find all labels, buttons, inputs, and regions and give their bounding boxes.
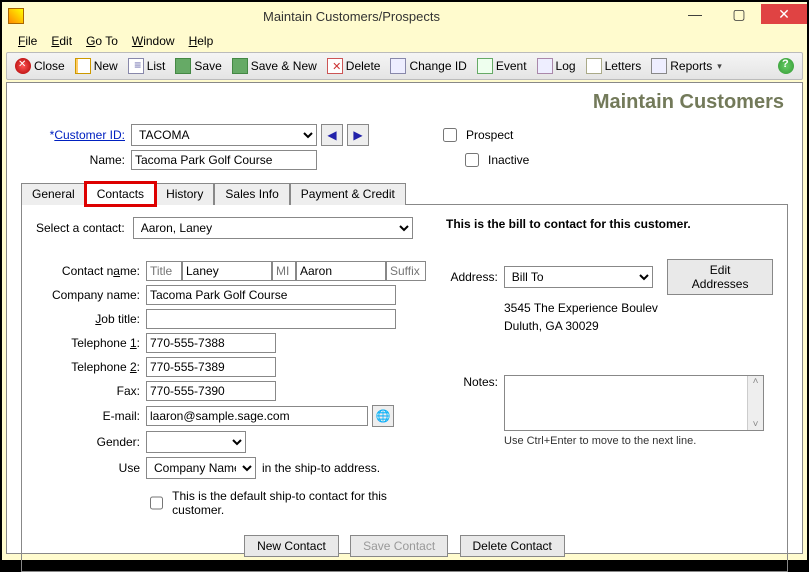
menu-goto[interactable]: Go To: [80, 32, 124, 50]
use-suffix: in the ship-to address.: [262, 461, 380, 475]
globe-icon: 🌐: [376, 409, 391, 423]
toolbar-new[interactable]: New: [71, 56, 122, 76]
save-icon: [175, 58, 191, 74]
select-contact[interactable]: Aaron, Laney: [133, 217, 413, 239]
toolbar-list[interactable]: List: [124, 56, 170, 76]
toolbar-log[interactable]: Log: [533, 56, 580, 76]
job-label: Job title:: [36, 312, 146, 326]
delete-contact-button[interactable]: Delete Contact: [460, 535, 565, 557]
toolbar-event[interactable]: Event: [473, 56, 531, 76]
save-contact-button[interactable]: Save Contact: [350, 535, 448, 557]
edit-addresses-button[interactable]: Edit Addresses: [667, 259, 773, 295]
list-icon: [128, 58, 144, 74]
mi-input[interactable]: [272, 261, 296, 281]
address-label: Address:: [446, 270, 504, 284]
toolbar-savenew[interactable]: Save & New: [228, 56, 321, 76]
close-window-button[interactable]: ✕: [761, 4, 807, 24]
use-label: Use: [36, 461, 146, 475]
firstname-input[interactable]: [296, 261, 386, 281]
suffix-input[interactable]: [386, 261, 426, 281]
toolbar-reports[interactable]: Reports▾: [647, 56, 726, 76]
gender-label: Gender:: [36, 435, 146, 449]
reports-icon: [651, 58, 667, 74]
inactive-checkbox[interactable]: Inactive: [461, 150, 529, 170]
customer-name-input[interactable]: [131, 150, 317, 170]
tab-history[interactable]: History: [155, 183, 214, 205]
job-input[interactable]: [146, 309, 396, 329]
minimize-button[interactable]: —: [673, 4, 717, 24]
fax-label: Fax:: [36, 384, 146, 398]
address-line2: Duluth, GA 30029: [504, 317, 773, 335]
toolbar-help[interactable]: [774, 56, 798, 76]
tel2-label: Telephone 2:: [36, 360, 146, 374]
notes-label: Notes:: [446, 375, 504, 389]
address-type-select[interactable]: Bill To: [504, 266, 653, 288]
menu-bar: File Edit Go To Window Help: [6, 30, 803, 52]
company-label: Company name:: [36, 288, 146, 302]
tel2-input[interactable]: [146, 357, 276, 377]
log-icon: [537, 58, 553, 74]
maximize-button[interactable]: ▢: [717, 4, 761, 24]
customer-id-label[interactable]: Customer ID:: [54, 128, 125, 142]
new-icon: [75, 58, 91, 74]
close-icon: [15, 58, 31, 74]
prospect-checkbox[interactable]: Prospect: [439, 125, 513, 145]
help-icon: [778, 58, 794, 74]
app-icon: [8, 8, 24, 24]
default-ship-checkbox[interactable]: This is the default ship-to contact for …: [146, 489, 426, 517]
tab-strip: General Contacts History Sales Info Paym…: [21, 182, 788, 205]
fax-input[interactable]: [146, 381, 276, 401]
save-new-icon: [232, 58, 248, 74]
contact-name-label: Contact name:: [36, 264, 146, 278]
tab-payment[interactable]: Payment & Credit: [290, 183, 406, 205]
notes-textarea[interactable]: ˄˅: [504, 375, 764, 431]
toolbar-letters[interactable]: Letters: [582, 56, 646, 76]
toolbar-delete[interactable]: Delete: [323, 56, 385, 76]
email-input[interactable]: [146, 406, 368, 426]
use-select[interactable]: Company Name: [146, 457, 256, 479]
letters-icon: [586, 58, 602, 74]
title-input[interactable]: [146, 261, 182, 281]
gender-select[interactable]: [146, 431, 246, 453]
select-contact-label: Select a contact:: [36, 221, 133, 235]
menu-help[interactable]: Help: [183, 32, 220, 50]
customer-id-select[interactable]: TACOMA: [131, 124, 317, 146]
tab-sales[interactable]: Sales Info: [214, 183, 289, 205]
menu-window[interactable]: Window: [126, 32, 181, 50]
tab-general[interactable]: General: [21, 183, 86, 205]
new-contact-button[interactable]: New Contact: [244, 535, 339, 557]
toolbar-save[interactable]: Save: [171, 56, 225, 76]
event-icon: [477, 58, 493, 74]
prev-record-button[interactable]: ◀: [321, 124, 343, 146]
toolbar-changeid[interactable]: Change ID: [386, 56, 470, 76]
tel1-input[interactable]: [146, 333, 276, 353]
name-label: Name:: [21, 153, 131, 167]
company-input[interactable]: [146, 285, 396, 305]
email-label: E-mail:: [36, 409, 146, 423]
toolbar-close[interactable]: Close: [11, 56, 69, 76]
changeid-icon: [390, 58, 406, 74]
notes-scrollbar[interactable]: ˄˅: [747, 376, 763, 430]
tel1-label: Telephone 1:: [36, 336, 146, 350]
billto-heading: This is the bill to contact for this cus…: [446, 217, 773, 231]
address-line1: 3545 The Experience Boulev: [504, 299, 773, 317]
notes-hint: Use Ctrl+Enter to move to the next line.: [504, 435, 764, 447]
window-title: Maintain Customers/Prospects: [30, 9, 673, 24]
email-action-button[interactable]: 🌐: [372, 405, 394, 427]
menu-file[interactable]: File: [12, 32, 43, 50]
page-heading: Maintain Customers: [21, 91, 784, 114]
lastname-input[interactable]: [182, 261, 272, 281]
toolbar: Close New List Save Save & New Delete Ch…: [6, 52, 803, 80]
next-record-button[interactable]: ▶: [347, 124, 369, 146]
menu-edit[interactable]: Edit: [45, 32, 78, 50]
delete-icon: [327, 58, 343, 74]
tab-contacts[interactable]: Contacts: [86, 183, 155, 205]
